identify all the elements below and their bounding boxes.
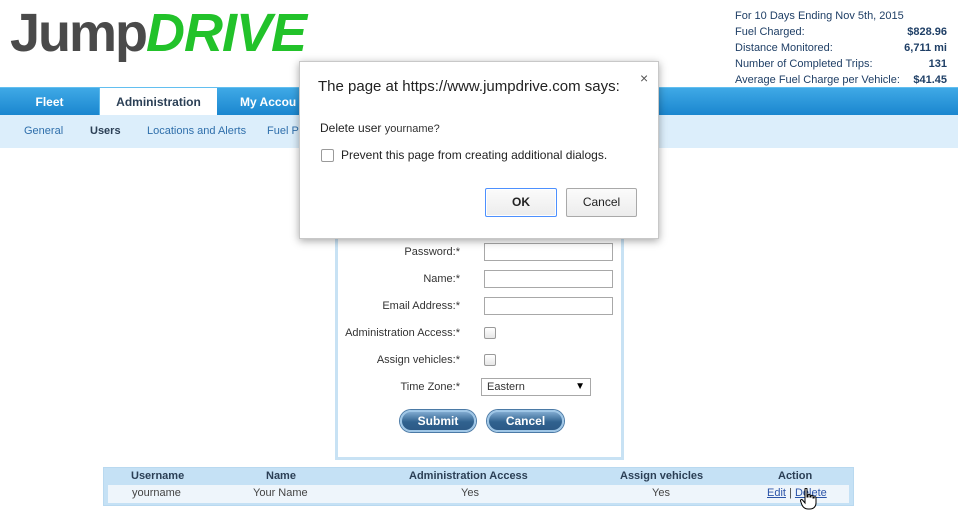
admin-access-label: Administration Access:* <box>345 327 460 339</box>
logo-drive-text: DRIVE <box>146 3 307 63</box>
admin-access-checkbox[interactable] <box>484 327 496 339</box>
password-field[interactable] <box>484 243 613 261</box>
password-row: Password:* <box>338 243 621 263</box>
stat-avg-fuel: Average Fuel Charge per Vehicle: $41.45 <box>735 72 947 88</box>
dialog-message: Delete user yourname? <box>320 121 440 135</box>
assign-vehicles-label: Assign vehicles:* <box>376 354 460 366</box>
stat-trips: Number of Completed Trips: 131 <box>735 56 947 72</box>
prevent-dialogs-checkbox[interactable] <box>321 149 334 162</box>
timezone-row: Time Zone:* Eastern ▼ <box>338 378 621 398</box>
stat-distance: Distance Monitored: 6,711 mi <box>735 40 947 56</box>
stat-label: Fuel Charged: <box>735 26 805 38</box>
prevent-dialogs-label[interactable]: Prevent this page from creating addition… <box>341 148 607 162</box>
email-row: Email Address:* <box>338 297 621 317</box>
stat-value: 131 <box>928 58 947 70</box>
cell-admin-access: Yes <box>461 487 479 499</box>
logo-jump-text: Jump <box>10 3 148 63</box>
cell-assign-vehicles: Yes <box>652 487 670 499</box>
stat-fuel-charged: Fuel Charged: $828.96 <box>735 24 947 40</box>
header-assign-vehicles: Assign vehicles <box>620 470 704 482</box>
subnav-fuel[interactable]: Fuel P <box>267 115 299 148</box>
assign-vehicles-checkbox[interactable] <box>484 354 496 366</box>
confirm-dialog: The page at https://www.jumpdrive.com sa… <box>299 61 659 239</box>
stat-value: $828.96 <box>907 26 947 38</box>
email-field[interactable] <box>484 297 613 315</box>
edit-link[interactable]: Edit <box>767 487 786 499</box>
dialog-username: yourname? <box>384 123 440 135</box>
tab-fleet[interactable]: Fleet <box>0 88 100 116</box>
close-icon[interactable]: × <box>640 70 648 86</box>
subnav-general[interactable]: General <box>24 115 63 148</box>
tab-administration[interactable]: Administration <box>100 88 217 117</box>
stat-value: 6,711 mi <box>904 42 947 54</box>
subnav-locations-alerts[interactable]: Locations and Alerts <box>147 115 246 148</box>
ok-button[interactable]: OK <box>485 188 557 217</box>
header-action: Action <box>778 470 813 482</box>
assign-vehicles-row: Assign vehicles:* <box>338 351 621 371</box>
cancel-button[interactable]: Cancel <box>487 410 564 432</box>
fuel-stats-summary: For 10 Days Ending Nov 5th, 2015 Fuel Ch… <box>735 8 947 88</box>
dropdown-arrow-icon: ▼ <box>575 381 585 392</box>
stat-value: $41.45 <box>913 74 947 86</box>
timezone-select[interactable]: Eastern ▼ <box>481 378 591 396</box>
action-separator: | <box>789 487 792 499</box>
timezone-value: Eastern <box>487 381 525 393</box>
stats-heading: For 10 Days Ending Nov 5th, 2015 <box>735 8 947 24</box>
admin-access-row: Administration Access:* <box>338 324 621 344</box>
name-label: Name:* <box>423 273 460 285</box>
stats-heading-text: For 10 Days Ending Nov 5th, 2015 <box>735 10 904 22</box>
header-username: Username <box>131 470 185 482</box>
password-label: Password:* <box>404 246 460 258</box>
stat-label: Average Fuel Charge per Vehicle: <box>735 74 900 86</box>
table-row: yourname Your Name Yes Yes Edit | Delete <box>108 485 849 503</box>
hand-cursor-icon <box>800 488 817 510</box>
header-name: Name <box>266 470 296 482</box>
email-label: Email Address:* <box>382 300 460 312</box>
dialog-title: The page at https://www.jumpdrive.com sa… <box>318 78 620 95</box>
subnav-users[interactable]: Users <box>90 115 121 148</box>
cell-name: Your Name <box>253 487 308 499</box>
name-row: Name:* <box>338 270 621 290</box>
users-table: Username Name Administration Access Assi… <box>103 467 854 506</box>
timezone-label: Time Zone:* <box>400 381 460 393</box>
tab-my-account[interactable]: My Accou <box>222 88 302 116</box>
dialog-cancel-button[interactable]: Cancel <box>566 188 637 217</box>
dialog-message-text: Delete user <box>320 121 382 135</box>
user-form-panel: Password:* Name:* Email Address:* Admini… <box>335 236 624 460</box>
stat-label: Number of Completed Trips: <box>735 58 873 70</box>
submit-button[interactable]: Submit <box>400 410 476 432</box>
table-header: Username Name Administration Access Assi… <box>104 468 853 484</box>
stat-label: Distance Monitored: <box>735 42 833 54</box>
jumpdrive-logo[interactable]: JumpDRIVE <box>10 3 307 63</box>
header-admin-access: Administration Access <box>409 470 528 482</box>
cell-username: yourname <box>132 487 181 499</box>
name-field[interactable] <box>484 270 613 288</box>
